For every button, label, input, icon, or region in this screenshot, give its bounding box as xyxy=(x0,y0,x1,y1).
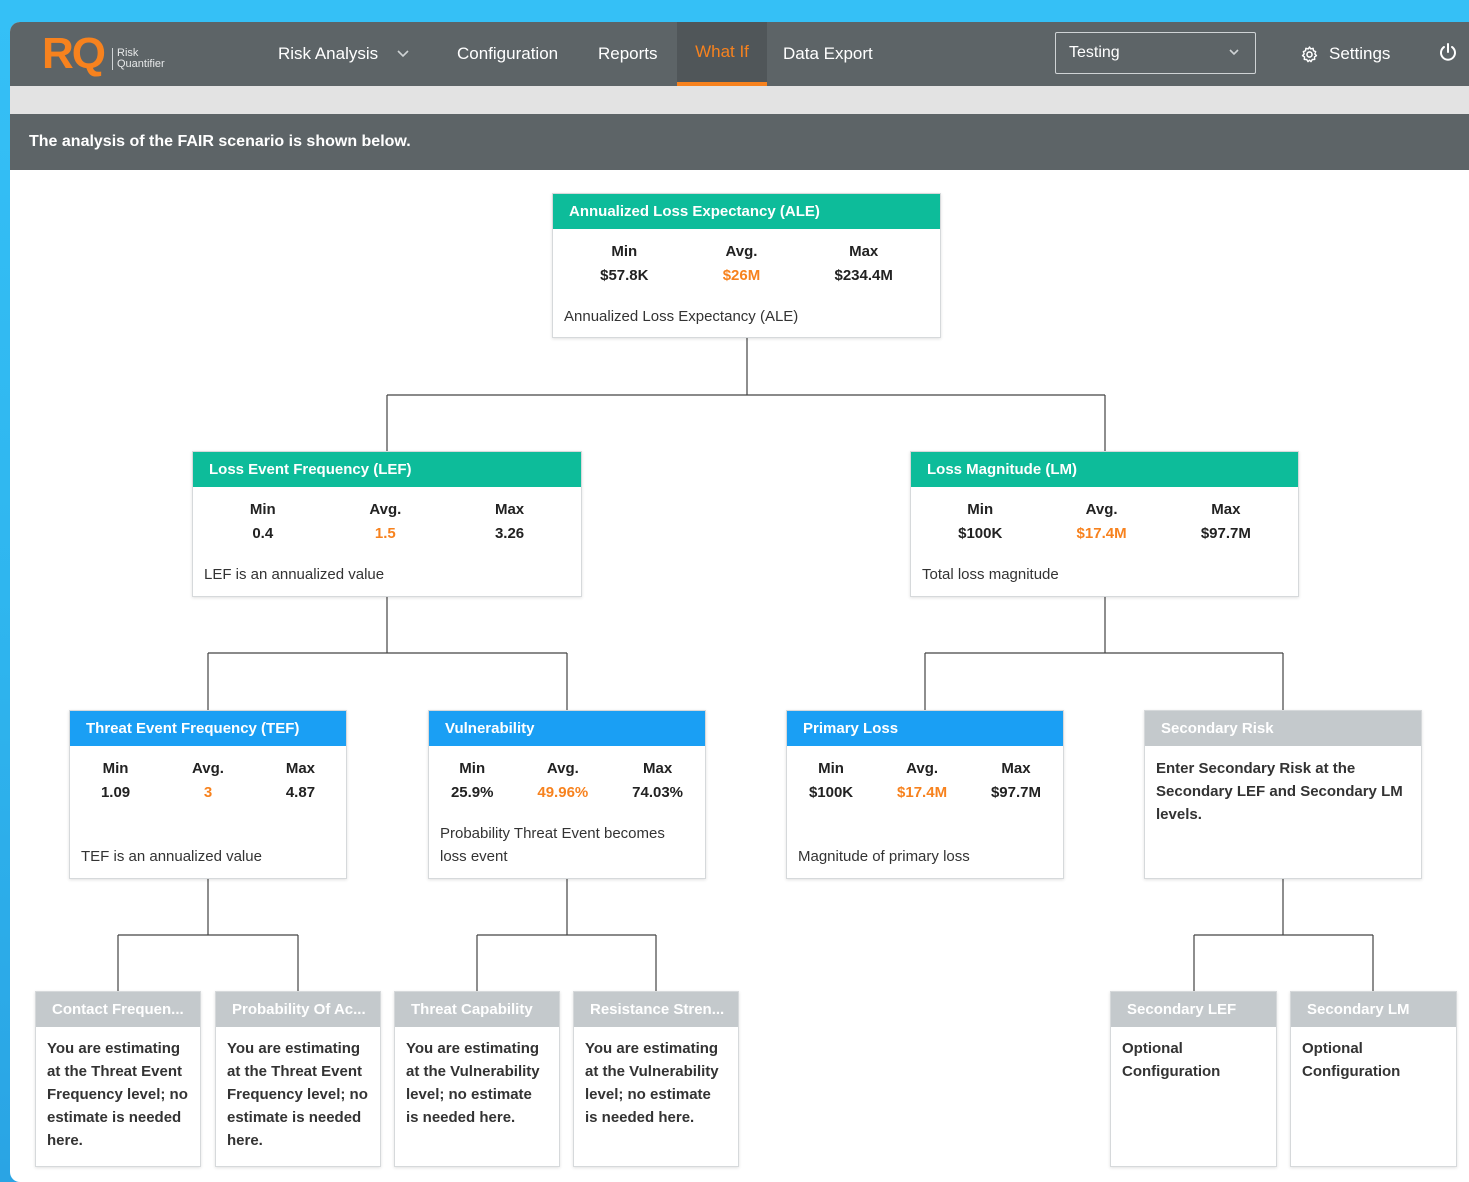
node-description: LEF is an annualized value xyxy=(204,566,385,583)
node-vulnerability[interactable]: Vulnerability Min 25.9% Avg. 49.96% Max 74.… xyxy=(428,710,706,879)
node-note: You are estimating at the Threat Event F… xyxy=(227,1040,368,1149)
node-stats: Min 1.09 Avg. 3 Max 4.87 xyxy=(70,760,346,801)
nav-data-export-label: Data Export xyxy=(783,44,873,63)
nav-risk-analysis-label: Risk Analysis xyxy=(278,44,379,63)
node-title: Secondary Risk xyxy=(1145,711,1421,746)
nav-configuration[interactable]: Configuration xyxy=(457,22,558,86)
fair-tree: Annualized Loss Expectancy (ALE) Min $57.… xyxy=(10,170,1469,1182)
stat-avg: Avg. $17.4M xyxy=(897,760,948,801)
node-ale[interactable]: Annualized Loss Expectancy (ALE) Min $57.… xyxy=(552,193,941,338)
node-secondary-risk[interactable]: Secondary Risk Enter Secondary Risk at t… xyxy=(1144,710,1422,879)
node-note: Optional Configuration xyxy=(1122,1040,1221,1080)
logo-mark: RQ xyxy=(42,29,106,78)
stat-max: Max $97.7M xyxy=(990,760,1042,801)
node-note: You are estimating at the Vulnerability … xyxy=(585,1040,719,1126)
scenario-select-value: Testing xyxy=(1069,44,1120,61)
node-stats: Min $57.8K Avg. $26M Max $234.4M xyxy=(553,243,940,284)
node-contact-frequency[interactable]: Contact Frequen... You are estimating at… xyxy=(35,991,201,1167)
node-title: Annualized Loss Expectancy (ALE) xyxy=(553,194,940,229)
logo-subtitle: Risk Quantifier xyxy=(112,48,165,70)
node-note: You are estimating at the Vulnerability … xyxy=(406,1040,540,1126)
power-button[interactable] xyxy=(1438,42,1458,67)
stat-max: Max 3.26 xyxy=(494,501,525,542)
stat-max: Max $97.7M xyxy=(1200,501,1251,542)
node-description: Magnitude of primary loss xyxy=(798,848,970,865)
banner-text: The analysis of the FAIR scenario is sho… xyxy=(29,133,411,150)
node-description: Total loss magnitude xyxy=(922,566,1059,583)
top-nav-bar: RQ Risk Quantifier Risk Analysis Configu… xyxy=(10,22,1469,86)
node-secondary-lm[interactable]: Secondary LM Optional Configuration xyxy=(1290,991,1457,1167)
node-stats: Min $100K Avg. $17.4M Max $97.7M xyxy=(787,760,1063,801)
stat-avg: Avg. 49.96% xyxy=(537,760,589,801)
nav-reports[interactable]: Reports xyxy=(598,22,658,86)
node-probability-of-action[interactable]: Probability Of Ac... You are estimating … xyxy=(215,991,381,1167)
node-title: Threat Event Frequency (TEF) xyxy=(70,711,346,746)
stat-min: Min 1.09 xyxy=(100,760,131,801)
node-stats: Min 0.4 Avg. 1.5 Max 3.26 xyxy=(193,501,581,542)
power-icon xyxy=(1440,43,1456,61)
nav-configuration-label: Configuration xyxy=(457,44,559,63)
chevron-down-icon xyxy=(397,50,409,58)
nav-reports-label: Reports xyxy=(598,44,658,63)
stat-max: Max 4.87 xyxy=(285,760,316,801)
stat-min: Min $100K xyxy=(958,501,1003,542)
node-resistance-strength[interactable]: Resistance Stren... You are estimating a… xyxy=(573,991,739,1167)
node-tef[interactable]: Threat Event Frequency (TEF) Min 1.09 Avg… xyxy=(69,710,347,879)
settings-label: Settings xyxy=(1329,44,1391,63)
node-title: Loss Magnitude (LM) xyxy=(911,452,1298,487)
node-note: You are estimating at the Threat Event F… xyxy=(47,1040,188,1149)
stat-min: Min $100K xyxy=(808,760,854,801)
node-description: Probability Threat Event becomes loss ev… xyxy=(440,825,665,865)
stat-min: Min 25.9% xyxy=(450,760,494,801)
nav-what-if-label: What If xyxy=(695,42,749,61)
stat-avg: Avg. 1.5 xyxy=(369,501,402,542)
nav-risk-analysis[interactable]: Risk Analysis xyxy=(278,22,416,86)
node-title: Secondary LEF xyxy=(1111,992,1276,1027)
settings-button[interactable]: Settings xyxy=(1300,22,1390,86)
node-description: TEF is an annualized value xyxy=(81,848,262,865)
node-note: Enter Secondary Risk at the Secondary LE… xyxy=(1156,760,1403,823)
analysis-banner: The analysis of the FAIR scenario is sho… xyxy=(10,114,1469,170)
logo-sub-line-2: Quantifier xyxy=(117,58,165,70)
stat-avg: Avg. $17.4M xyxy=(1076,501,1127,542)
secondary-toolbar-strip xyxy=(10,86,1469,114)
node-secondary-lef[interactable]: Secondary LEF Optional Configuration xyxy=(1110,991,1277,1167)
node-title: Threat Capability xyxy=(395,992,559,1027)
nav-what-if[interactable]: What If xyxy=(677,22,767,86)
node-title: Vulnerability xyxy=(429,711,705,746)
stat-avg: Avg. $26M xyxy=(722,243,761,284)
chevron-down-icon xyxy=(1229,49,1239,56)
node-threat-capability[interactable]: Threat Capability You are estimating at … xyxy=(394,991,560,1167)
scenario-select[interactable]: Testing xyxy=(1055,32,1256,74)
node-title: Probability Of Ac... xyxy=(216,992,380,1027)
nav-data-export[interactable]: Data Export xyxy=(783,22,873,86)
gear-icon xyxy=(1301,45,1318,62)
node-note: Optional Configuration xyxy=(1302,1040,1401,1080)
node-primary-loss[interactable]: Primary Loss Min $100K Avg. $17.4M Max $97.… xyxy=(786,710,1064,879)
stat-min: Min 0.4 xyxy=(249,501,276,542)
stat-min: Min $57.8K xyxy=(600,243,649,284)
node-stats: Min 25.9% Avg. 49.96% Max 74.03% xyxy=(429,760,705,801)
node-description: Annualized Loss Expectancy (ALE) xyxy=(564,308,799,325)
node-title: Primary Loss xyxy=(787,711,1063,746)
stat-avg: Avg. 3 xyxy=(192,760,224,801)
node-title: Contact Frequen... xyxy=(36,992,200,1027)
node-lm[interactable]: Loss Magnitude (LM) Min $100K Avg. $17.4M … xyxy=(910,451,1299,597)
node-lef[interactable]: Loss Event Frequency (LEF) Min 0.4 Avg. 1.… xyxy=(192,451,582,597)
node-title: Loss Event Frequency (LEF) xyxy=(193,452,581,487)
node-title: Resistance Stren... xyxy=(574,992,738,1027)
stat-max: Max $234.4M xyxy=(834,243,893,284)
node-stats: Min $100K Avg. $17.4M Max $97.7M xyxy=(911,501,1298,542)
app-window: RQ Risk Quantifier Risk Analysis Configu… xyxy=(10,22,1469,1182)
node-title: Secondary LM xyxy=(1291,992,1456,1027)
stat-max: Max 74.03% xyxy=(632,760,684,801)
app-logo[interactable]: RQ Risk Quantifier xyxy=(42,30,165,78)
